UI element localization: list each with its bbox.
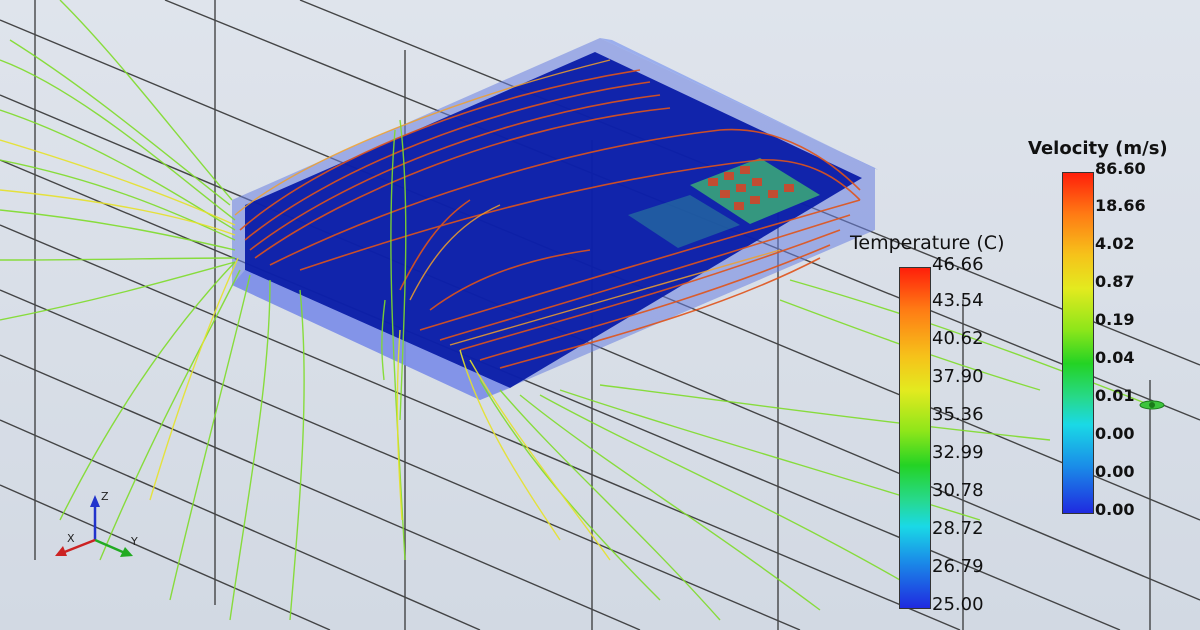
probe-marker <box>1139 400 1165 410</box>
velocity-tick: 0.87 <box>1095 272 1135 291</box>
temperature-tick: 32.99 <box>932 442 984 463</box>
velocity-tick: 0.19 <box>1095 310 1135 329</box>
temperature-tick: 46.66 <box>932 254 984 275</box>
velocity-legend-title: Velocity (m/s) <box>1028 138 1168 159</box>
axis-triad <box>55 495 133 557</box>
y-axis-label: Y <box>131 535 138 548</box>
temperature-tick: 35.36 <box>932 404 984 425</box>
temperature-tick: 25.00 <box>932 594 984 615</box>
temperature-tick: 37.90 <box>932 366 984 387</box>
velocity-tick: 0.00 <box>1095 424 1135 443</box>
temperature-legend-title: Temperature (C) <box>850 232 1005 254</box>
velocity-tick: 0.01 <box>1095 386 1135 405</box>
velocity-color-bar <box>1062 172 1094 514</box>
velocity-tick: 0.00 <box>1095 462 1135 481</box>
temperature-tick: 43.54 <box>932 290 984 311</box>
temperature-tick: 26.79 <box>932 556 984 577</box>
simulation-scene[interactable] <box>0 0 1200 630</box>
y-axis-line <box>94 538 126 555</box>
3d-viewport[interactable]: Z Y X Temperature (C) 46.66 43.54 40.62 … <box>0 0 1200 630</box>
temperature-tick: 28.72 <box>932 518 984 539</box>
x-axis-label: X <box>67 532 75 545</box>
z-axis-label: Z <box>101 490 109 503</box>
velocity-tick: 4.02 <box>1095 234 1135 253</box>
velocity-tick: 0.00 <box>1095 500 1135 519</box>
velocity-tick: 18.66 <box>1095 196 1146 215</box>
velocity-tick: 0.04 <box>1095 348 1135 367</box>
temperature-tick: 40.62 <box>932 328 984 349</box>
temperature-color-bar <box>899 267 931 609</box>
velocity-tick: 86.60 <box>1095 159 1146 178</box>
temperature-tick: 30.78 <box>932 480 984 501</box>
